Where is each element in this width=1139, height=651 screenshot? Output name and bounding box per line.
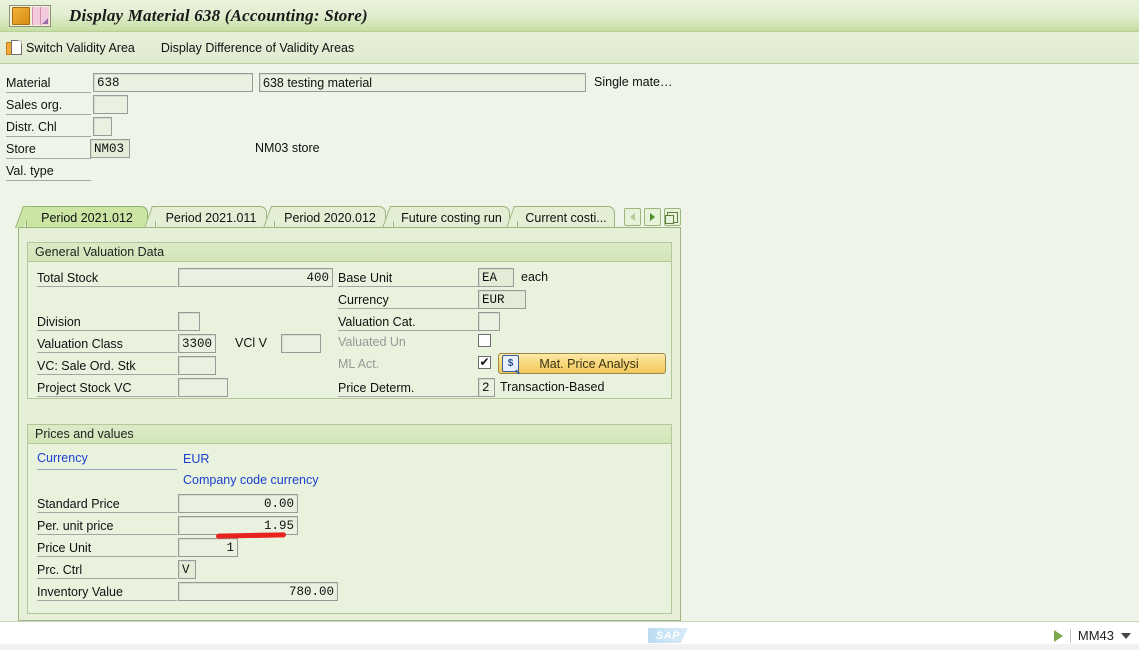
inventory-value-label: Inventory Value — [37, 583, 177, 601]
vcl-v-label: VCl V — [235, 336, 267, 350]
single-material-text: Single mate… — [594, 75, 673, 89]
tab-nav-next-button[interactable] — [644, 208, 661, 226]
base-unit-label: Base Unit — [338, 269, 478, 287]
material-input[interactable]: 638 — [93, 73, 253, 92]
standard-price-label: Standard Price — [37, 495, 177, 513]
transaction-code: MM43 — [1077, 628, 1114, 643]
sales-org-input[interactable] — [93, 95, 128, 114]
company-code-currency-label[interactable]: Company code currency — [183, 473, 318, 487]
ml-act-checkbox[interactable]: ✔ — [478, 356, 491, 369]
prices-values-title: Prices and values — [28, 425, 671, 444]
valuation-class-label: Valuation Class — [37, 335, 177, 353]
triangle-left-icon — [630, 213, 635, 221]
valuation-cat-label: Valuation Cat. — [338, 313, 478, 331]
tab-overview-icon — [665, 211, 678, 224]
price-determ-text: Transaction-Based — [500, 380, 605, 394]
distr-chl-input[interactable] — [93, 117, 112, 136]
prc-ctrl-label: Prc. Ctrl — [37, 561, 177, 579]
store-label: Store — [6, 140, 91, 159]
horizontal-scrollbar[interactable] — [0, 644, 1139, 650]
tab-period-2021-012[interactable]: Period 2021.012 — [26, 206, 148, 228]
status-bar-right: MM43 — [1053, 628, 1131, 643]
total-stock-label: Total Stock — [37, 269, 177, 287]
prc-ctrl-input[interactable]: V — [178, 560, 196, 579]
application-toolbar: Switch Validity Area Display Difference … — [0, 32, 1139, 64]
ml-act-label: ML Act. — [338, 357, 380, 371]
prices-currency-label[interactable]: Currency — [37, 451, 177, 470]
prices-values-group: Prices and values Currency EUR Company c… — [27, 424, 672, 614]
project-stock-vc-input[interactable] — [178, 378, 228, 397]
valuated-un-checkbox[interactable] — [478, 334, 491, 347]
tab-overview-button[interactable] — [664, 208, 681, 226]
price-unit-input[interactable]: 1 — [178, 538, 238, 557]
material-label: Material — [6, 74, 91, 93]
valuation-cat-input[interactable] — [478, 312, 500, 331]
division-label: Division — [37, 313, 177, 331]
checkmark-icon: ✔ — [479, 355, 490, 369]
tab-content-panel: General Valuation Data Total Stock 400 D… — [18, 227, 681, 621]
store-description: NM03 store — [255, 141, 320, 155]
mat-price-analysis-label: Mat. Price Analysi — [539, 356, 639, 371]
project-stock-vc-label: Project Stock VC — [37, 379, 177, 397]
triangle-right-icon[interactable] — [1053, 629, 1063, 642]
standard-price-input[interactable]: 0.00 — [178, 494, 298, 513]
tab-future-costing-run[interactable]: Future costing run — [393, 206, 510, 228]
switch-validity-area-label: Switch Validity Area — [26, 40, 135, 55]
distr-chl-label: Distr. Chl — [6, 118, 91, 137]
mat-price-analysis-button[interactable]: $ Mat. Price Analysi — [498, 353, 666, 374]
triangle-right-icon — [650, 213, 655, 221]
store-input[interactable]: NM03 — [90, 139, 130, 158]
base-unit-text: each — [521, 270, 549, 284]
window-title: Display Material 638 (Accounting: Store) — [69, 5, 368, 25]
general-valuation-title: General Valuation Data — [28, 243, 671, 262]
price-determ-label: Price Determ. — [338, 379, 478, 397]
tab-period-2020-012[interactable]: Period 2020.012 — [274, 206, 386, 228]
status-separator — [1069, 628, 1071, 643]
tab-current-costing[interactable]: Current costi... — [517, 206, 615, 228]
sales-org-label: Sales org. — [6, 96, 91, 115]
caret-down-icon[interactable] — [1121, 632, 1131, 639]
switch-validity-area-button[interactable]: Switch Validity Area — [0, 36, 143, 60]
tab-strip: Period 2021.012 Period 2021.011 Period 2… — [18, 206, 681, 228]
vc-sale-ord-stk-label: VC: Sale Ord. Stk — [37, 357, 177, 375]
price-unit-label: Price Unit — [37, 539, 177, 557]
per-unit-price-label: Per. unit price — [37, 517, 177, 535]
copy-document-icon — [6, 40, 22, 55]
magnifier-dollar-icon: $ — [502, 355, 519, 372]
val-type-label: Val. type — [6, 162, 91, 181]
currency-input[interactable]: EUR — [478, 290, 526, 309]
application-icon — [9, 4, 51, 27]
base-unit-input[interactable]: EA — [478, 268, 514, 287]
valuated-un-label: Valuated Un — [338, 335, 406, 349]
price-determ-input[interactable]: 2 — [478, 378, 495, 397]
inventory-value-input[interactable]: 780.00 — [178, 582, 338, 601]
total-stock-input[interactable]: 400 — [178, 268, 333, 287]
valuation-class-input[interactable]: 3300 — [178, 334, 216, 353]
general-valuation-group: General Valuation Data Total Stock 400 D… — [27, 242, 672, 399]
division-input[interactable] — [178, 312, 200, 331]
material-description-input[interactable]: 638 testing material — [259, 73, 586, 92]
header-form: Material 638 638 testing material Single… — [0, 64, 1139, 192]
prices-currency-value[interactable]: EUR — [183, 452, 209, 466]
tab-nav-prev-button[interactable] — [624, 208, 641, 226]
display-difference-button[interactable]: Display Difference of Validity Areas — [161, 41, 354, 55]
vc-sale-ord-stk-input[interactable] — [178, 356, 216, 375]
tab-period-2021-011[interactable]: Period 2021.011 — [155, 206, 267, 228]
vcl-v-input[interactable] — [281, 334, 321, 353]
currency-label: Currency — [338, 291, 478, 309]
window-title-bar: Display Material 638 (Accounting: Store) — [0, 0, 1139, 32]
